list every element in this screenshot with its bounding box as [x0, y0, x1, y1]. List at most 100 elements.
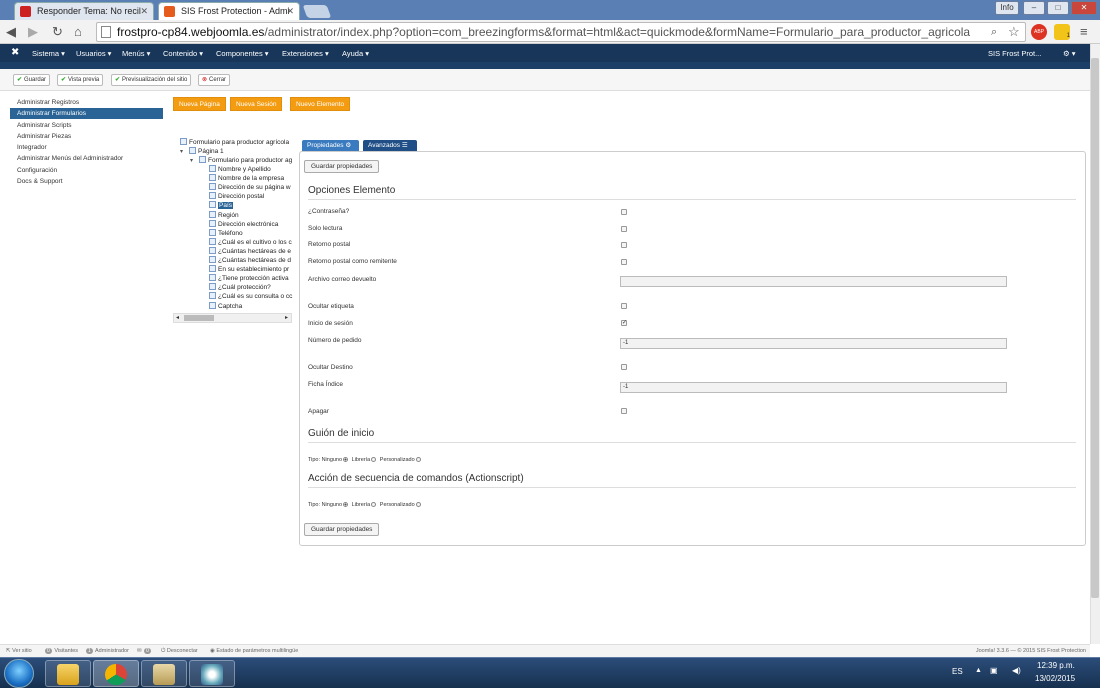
site-preview-button[interactable]: ✔ Previsualización del sitio — [111, 74, 192, 86]
radio-library[interactable] — [371, 457, 377, 462]
forward-arrow-icon[interactable]: ▶ — [28, 24, 38, 40]
tree-field-item[interactable]: Dirección de su página w — [209, 183, 291, 192]
minimize-button[interactable]: – — [1023, 1, 1045, 15]
logout-link[interactable]: ⏻ Desconectar — [161, 645, 198, 657]
start-button-icon[interactable] — [4, 659, 34, 688]
site-name-link[interactable]: SIS Frost Prot... — [988, 49, 1041, 58]
tree-field-item[interactable]: Teléfono — [209, 228, 243, 238]
menu-extensiones[interactable]: Extensiones ▾ — [282, 49, 329, 58]
save-properties-bottom-button[interactable]: Guardar propiedades — [304, 523, 380, 536]
menu-usuarios[interactable]: Usuarios ▾ — [76, 49, 111, 58]
save-button[interactable]: ✔ Guardar — [13, 74, 51, 86]
tree-field-item[interactable]: ¿Cuántas hectáreas de d — [209, 256, 291, 265]
tab-avanzados[interactable]: Avanzados ☰ — [363, 140, 417, 151]
close-tab-icon[interactable]: ✕ — [286, 3, 294, 19]
menu-sistema[interactable]: Sistema ▾ — [32, 49, 65, 58]
archivo-correo-input[interactable] — [620, 276, 1007, 287]
scroll-thumb[interactable] — [184, 315, 214, 321]
ficha-indice-input[interactable]: -1 — [620, 382, 1007, 393]
sidebar-item-configuracion[interactable]: Configuración — [10, 165, 163, 176]
preview-button[interactable]: ✔ Vista previa — [57, 74, 104, 86]
info-button[interactable]: Info — [995, 1, 1019, 15]
close-tab-icon[interactable]: ✕ — [140, 3, 148, 19]
volume-icon[interactable]: ◀) — [1012, 666, 1021, 675]
tree-field-item[interactable]: Dirección electrónica — [209, 219, 278, 229]
taskbar-chrome[interactable] — [93, 660, 139, 687]
tree-field-item[interactable]: Nombre de la empresa — [209, 174, 284, 183]
sidebar-item-registros[interactable]: Administrar Registros — [10, 97, 163, 108]
menu-menus[interactable]: Menús ▾ — [122, 49, 150, 58]
radio-custom[interactable] — [415, 502, 421, 507]
clock-time[interactable]: 12:39 p.m. — [1037, 661, 1075, 670]
sidebar-item-docs[interactable]: Docs & Support — [10, 176, 163, 187]
radio-library[interactable] — [371, 502, 377, 507]
tree-field-item[interactable]: Región — [209, 210, 239, 220]
tree-field-item[interactable]: ¿Cuál es su consulta o cc — [209, 292, 292, 301]
network-icon[interactable]: ▣ — [990, 666, 998, 675]
taskbar-explorer[interactable] — [45, 660, 91, 687]
checkbox-retorno-postal[interactable] — [621, 242, 627, 248]
menu-hamburger-icon[interactable]: ≡ — [1080, 24, 1088, 40]
tree-field-item[interactable]: ¿Cuál es el cultivo o los c — [209, 237, 292, 247]
tree-field-item[interactable]: Nombre y Apellido — [209, 165, 271, 174]
tray-expand-icon[interactable]: ▲ — [975, 667, 982, 674]
bookmark-star-icon[interactable]: ☆ — [1008, 24, 1020, 40]
numero-pedido-input[interactable]: -1 — [620, 338, 1007, 349]
new-page-button[interactable]: Nueva Página — [173, 97, 226, 111]
browser-tab-forum[interactable]: Responder Tema: No recil ✕ — [14, 2, 154, 20]
close-window-button[interactable]: ✕ — [1071, 1, 1097, 15]
extension-icon[interactable]: 1 — [1054, 24, 1070, 40]
home-icon[interactable]: ⌂ — [74, 24, 82, 40]
tree-root[interactable]: Formulario para productor agrícola — [180, 138, 289, 147]
tree-field-item[interactable]: ¿Cuál protección? — [209, 283, 271, 292]
sidebar-item-formularios[interactable]: Administrar Formularios — [10, 108, 163, 119]
taskbar-files[interactable] — [141, 660, 187, 687]
sidebar-item-scripts[interactable]: Administrar Scripts — [10, 120, 163, 131]
checkbox-contrasena[interactable] — [621, 209, 627, 215]
page-scroll-thumb[interactable] — [1091, 58, 1099, 598]
adblock-icon[interactable]: ABP — [1031, 24, 1047, 40]
tree-field-item[interactable]: ¿Tiene protección activa — [209, 274, 289, 283]
maximize-button[interactable]: □ — [1047, 1, 1069, 15]
user-gear-menu[interactable]: ⚙ ▾ — [1063, 49, 1076, 58]
radio-none[interactable] — [343, 502, 349, 507]
language-indicator[interactable]: ES — [952, 667, 963, 676]
tree-field-item[interactable]: Dirección postal — [209, 192, 264, 201]
tree-field-item[interactable]: En su establecimiento pr — [209, 265, 289, 274]
checkbox-apagar[interactable] — [621, 408, 627, 414]
tab-propiedades[interactable]: Propiedades ⚙ — [302, 140, 359, 151]
radio-custom[interactable] — [415, 457, 421, 462]
new-tab-button[interactable] — [302, 5, 332, 18]
messages-status[interactable]: ✉ 0 — [137, 645, 152, 657]
back-arrow-icon[interactable]: ◀ — [6, 24, 16, 40]
checkbox-ocultar-etiqueta[interactable] — [621, 303, 627, 309]
sidebar-item-piezas[interactable]: Administrar Piezas — [10, 131, 163, 142]
close-button[interactable]: ⊗ Cerrar — [198, 74, 231, 86]
checkbox-retorno-remitente[interactable] — [621, 259, 627, 265]
tree-field-item[interactable]: ¿Cuántas hectáreas de e — [209, 246, 291, 256]
save-properties-button[interactable]: Guardar propiedades — [304, 160, 380, 173]
checkbox-inicio-sesion[interactable]: ✓ — [621, 320, 627, 326]
tree-horizontal-scrollbar[interactable]: ◂ ▸ — [173, 313, 292, 323]
new-section-button[interactable]: Nueva Sesión — [230, 97, 283, 111]
collapse-icon[interactable]: ▾ — [190, 157, 197, 166]
menu-componentes[interactable]: Componentes ▾ — [216, 49, 269, 58]
new-element-button[interactable]: Nuevo Elemento — [290, 97, 351, 111]
taskbar-paint[interactable] — [189, 660, 235, 687]
joomla-logo-icon[interactable]: ✖ — [11, 47, 19, 58]
sidebar-item-menus-admin[interactable]: Administrar Menús del Administrador — [10, 153, 163, 164]
scroll-right-icon[interactable]: ▸ — [285, 314, 288, 321]
reload-icon[interactable]: ↻ — [52, 24, 63, 40]
clock-date[interactable]: 13/02/2015 — [1035, 674, 1075, 683]
view-site-link[interactable]: ⇱ Ver sitio — [6, 645, 32, 657]
search-icon[interactable]: ⌕ — [991, 24, 997, 40]
collapse-icon[interactable]: ▾ — [180, 148, 187, 157]
multilang-status[interactable]: ◉ Estado de parámetros multilingüe — [210, 645, 298, 657]
checkbox-ocultar-destino[interactable] — [621, 364, 627, 370]
menu-ayuda[interactable]: Ayuda ▾ — [342, 49, 369, 58]
browser-tab-admin[interactable]: SIS Frost Protection - Admi ✕ — [158, 2, 300, 20]
url-bar[interactable]: frostpro-cp84.webjoomla.es/administrator… — [96, 22, 1026, 42]
tree-field-item[interactable]: Captcha — [209, 301, 242, 311]
checkbox-solo-lectura[interactable] — [621, 226, 627, 232]
radio-none[interactable] — [343, 457, 349, 462]
